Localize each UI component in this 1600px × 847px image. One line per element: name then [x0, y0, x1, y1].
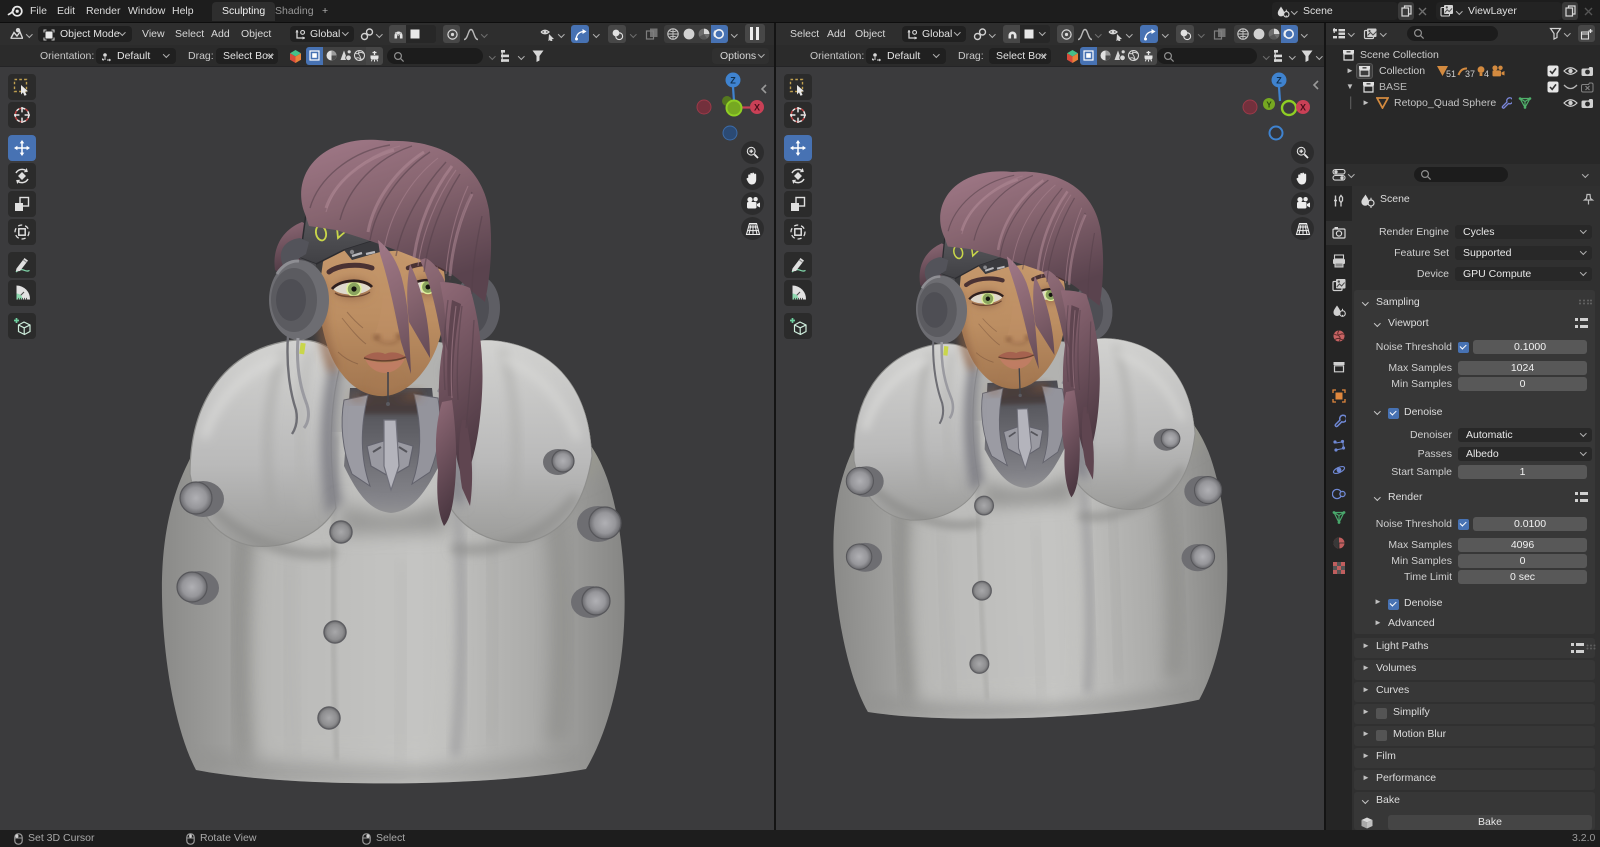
svg-text:X: X	[1300, 103, 1306, 113]
svg-text:Z: Z	[1276, 76, 1282, 86]
svg-text:Z: Z	[730, 76, 736, 86]
svg-text:X: X	[754, 103, 760, 113]
svg-text:Y: Y	[1266, 101, 1272, 110]
